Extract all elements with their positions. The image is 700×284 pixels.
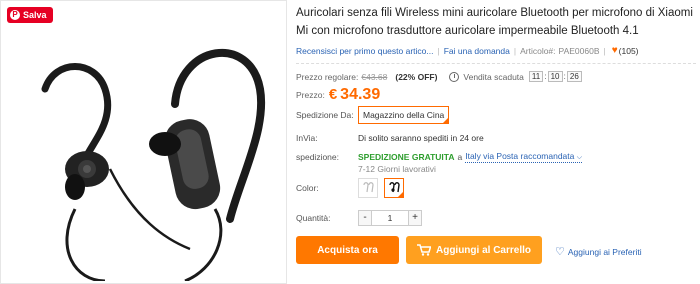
add-to-cart-label: Aggiungi al Carrello xyxy=(435,244,531,256)
buy-now-button[interactable]: Acquista ora xyxy=(296,236,399,264)
wishlist-label: Aggiungi ai Preferiti xyxy=(567,246,642,257)
product-image-panel[interactable]: P Salva xyxy=(0,0,287,284)
heart-outline-icon: ♡ xyxy=(555,246,565,258)
action-area: Acquista ora Aggiungi al Carrello ♡ Aggi… xyxy=(296,0,696,284)
add-to-wishlist-button[interactable]: ♡ Aggiungi ai Preferiti xyxy=(555,245,642,258)
add-to-cart-button[interactable]: Aggiungi al Carrello xyxy=(406,236,542,264)
product-image xyxy=(41,48,266,281)
cart-icon xyxy=(416,244,431,256)
